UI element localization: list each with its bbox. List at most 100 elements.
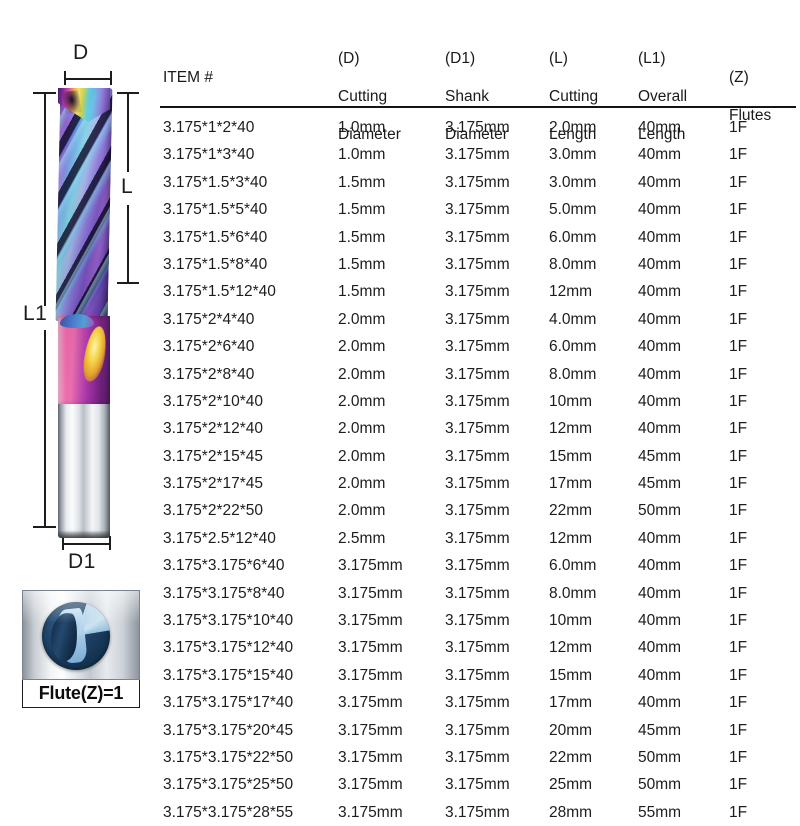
- cell-item: 3.175*3.175*22*50: [163, 748, 294, 766]
- cell-cutting-diameter: 1.5mm: [338, 201, 386, 219]
- cell-overall-length: 45mm: [638, 475, 682, 493]
- cell-overall-length: 40mm: [638, 694, 682, 712]
- flute-cross-section-icon: [22, 590, 140, 680]
- table-row: 3.175*3.175*20*45 3.175mm 3.175mm 20mm 45mm 1…: [160, 717, 800, 744]
- table-row: 3.175*3.175*22*50 3.175mm 3.175mm 22mm 50mm 1…: [160, 744, 800, 771]
- cell-shank-diameter: 3.175mm: [445, 557, 510, 575]
- dimension-label-D1: D1: [68, 550, 96, 573]
- cell-shank-diameter: 3.175mm: [445, 475, 510, 493]
- cell-cutting-diameter: 1.5mm: [338, 173, 386, 191]
- cell-shank-diameter: 3.175mm: [445, 338, 510, 356]
- cell-cutting-length: 12mm: [549, 639, 593, 657]
- cell-cutting-length: 3.0mm: [549, 173, 597, 191]
- cell-flutes: 1F: [729, 420, 748, 438]
- cell-item: 3.175*3.175*20*45: [163, 721, 294, 739]
- cell-item: 3.175*3.175*25*50: [163, 776, 294, 794]
- cell-shank-diameter: 3.175mm: [445, 146, 510, 164]
- cell-overall-length: 45mm: [638, 721, 682, 739]
- dimension-cap-L-top: [117, 92, 139, 94]
- cell-cutting-diameter: 2.0mm: [338, 392, 386, 410]
- cell-item: 3.175*2*10*40: [163, 392, 263, 410]
- cell-flutes: 1F: [729, 475, 748, 493]
- table-row: 3.175*1*2*40 1.0mm 3.175mm 2.0mm 40mm 1F: [160, 114, 800, 141]
- cell-overall-length: 40mm: [638, 255, 682, 273]
- cell-shank-diameter: 3.175mm: [445, 502, 510, 520]
- cell-cutting-diameter: 2.0mm: [338, 365, 386, 383]
- table-row: 3.175*2*15*45 2.0mm 3.175mm 15mm 45mm 1F: [160, 443, 800, 470]
- cell-item: 3.175*1.5*12*40: [163, 283, 276, 301]
- endmill-tip-shadow: [62, 89, 82, 115]
- cell-cutting-length: 6.0mm: [549, 557, 597, 575]
- cell-item: 3.175*2*4*40: [163, 310, 255, 328]
- table-row: 3.175*3.175*28*55 3.175mm 3.175mm 28mm 55mm 1…: [160, 799, 800, 826]
- cell-cutting-length: 22mm: [549, 748, 593, 766]
- cell-shank-diameter: 3.175mm: [445, 310, 510, 328]
- cell-cutting-diameter: 3.175mm: [338, 639, 403, 657]
- endmill-illustration: D L1 L D1 Flute(Z)=1: [0, 0, 155, 800]
- column-header-item-label: ITEM #: [163, 69, 213, 86]
- cell-shank-diameter: 3.175mm: [445, 639, 510, 657]
- cell-overall-length: 50mm: [638, 748, 682, 766]
- cell-item: 3.175*1.5*5*40: [163, 201, 268, 219]
- cell-shank-diameter: 3.175mm: [445, 584, 510, 602]
- endmill-shank: [58, 404, 110, 538]
- cell-item: 3.175*1*3*40: [163, 146, 255, 164]
- table-row: 3.175*2*8*40 2.0mm 3.175mm 8.0mm 40mm 1F: [160, 361, 800, 388]
- cell-overall-length: 40mm: [638, 310, 682, 328]
- cell-flutes: 1F: [729, 694, 748, 712]
- endmill-neck-highlight: [60, 314, 94, 328]
- cell-flutes: 1F: [729, 283, 748, 301]
- cell-cutting-diameter: 3.175mm: [338, 694, 403, 712]
- cell-item: 3.175*3.175*15*40: [163, 666, 294, 684]
- cell-cutting-diameter: 2.0mm: [338, 310, 386, 328]
- cell-shank-diameter: 3.175mm: [445, 392, 510, 410]
- cell-cutting-length: 22mm: [549, 502, 593, 520]
- cell-overall-length: 40mm: [638, 557, 682, 575]
- table-body: 3.175*1*2*40 1.0mm 3.175mm 2.0mm 40mm 1F 3.175…: [160, 114, 800, 826]
- flute-gloss-overlay: [23, 591, 139, 623]
- cell-overall-length: 40mm: [638, 392, 682, 410]
- cell-shank-diameter: 3.175mm: [445, 173, 510, 191]
- column-header-cutting-diameter-code: (D): [338, 50, 360, 67]
- dimension-cap-L1-bottom: [33, 526, 56, 528]
- cell-flutes: 1F: [729, 612, 748, 630]
- product-spec-sheet: D L1 L D1 Flute(Z)=1 ITEM # (D) Cutting …: [0, 0, 800, 821]
- cell-flutes: 1F: [729, 228, 748, 246]
- cell-flutes: 1F: [729, 173, 748, 191]
- cell-cutting-length: 12mm: [549, 529, 593, 547]
- cell-cutting-diameter: 2.0mm: [338, 502, 386, 520]
- table-row: 3.175*2*17*45 2.0mm 3.175mm 17mm 45mm 1F: [160, 470, 800, 497]
- cell-cutting-diameter: 1.5mm: [338, 255, 386, 273]
- cell-cutting-diameter: 2.0mm: [338, 447, 386, 465]
- cell-cutting-diameter: 2.0mm: [338, 475, 386, 493]
- table-row: 3.175*3.175*17*40 3.175mm 3.175mm 17mm 40mm 1…: [160, 689, 800, 716]
- cell-cutting-length: 17mm: [549, 475, 593, 493]
- cell-overall-length: 50mm: [638, 502, 682, 520]
- cell-overall-length: 40mm: [638, 420, 682, 438]
- cell-shank-diameter: 3.175mm: [445, 119, 510, 136]
- cell-cutting-diameter: 2.5mm: [338, 529, 386, 547]
- column-header-shank-diameter-line1: Shank: [445, 88, 489, 105]
- cell-shank-diameter: 3.175mm: [445, 201, 510, 219]
- column-header-overall-length-line1: Overall: [638, 88, 688, 105]
- dimension-cap-L1-top: [33, 92, 56, 94]
- column-header-flutes-code: (Z): [729, 69, 749, 86]
- cell-cutting-length: 12mm: [549, 420, 593, 438]
- cell-cutting-length: 5.0mm: [549, 201, 597, 219]
- cell-cutting-diameter: 1.5mm: [338, 228, 386, 246]
- cell-overall-length: 40mm: [638, 584, 682, 602]
- dimension-line-L1-lower: [44, 330, 46, 527]
- cell-flutes: 1F: [729, 721, 748, 739]
- specification-table: ITEM # (D) Cutting Diameter (D1) Shank D…: [160, 30, 800, 821]
- cell-flutes: 1F: [729, 639, 748, 657]
- cell-flutes: 1F: [729, 502, 748, 520]
- cell-item: 3.175*2*8*40: [163, 365, 255, 383]
- cell-flutes: 1F: [729, 310, 748, 328]
- cell-item: 3.175*2*6*40: [163, 338, 255, 356]
- table-row: 3.175*3.175*15*40 3.175mm 3.175mm 15mm 40mm 1…: [160, 662, 800, 689]
- dimension-label-L1: L1: [23, 302, 48, 325]
- cell-overall-length: 40mm: [638, 612, 682, 630]
- cell-cutting-length: 25mm: [549, 776, 593, 794]
- cell-shank-diameter: 3.175mm: [445, 721, 510, 739]
- table-row: 3.175*3.175*8*40 3.175mm 3.175mm 8.0mm 40mm 1…: [160, 580, 800, 607]
